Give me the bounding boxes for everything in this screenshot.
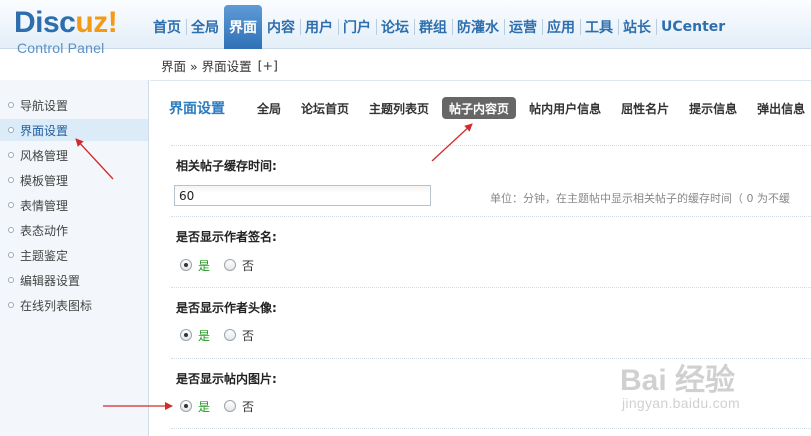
logo-wordmark: Discuz! [14,6,118,39]
related-cache-label: 相关帖子缓存时间: [176,159,277,173]
row-divider [171,287,811,288]
nav-ucenter[interactable]: UCenter [656,5,730,49]
logo-subtitle: Control Panel [17,40,105,56]
sidebar-item-templates[interactable]: 模板管理 [0,169,148,191]
signature-no-radio[interactable] [224,259,237,271]
sidebar-item-interface[interactable]: 界面设置 [0,119,148,141]
images-no-label[interactable]: 否 [242,398,254,415]
sidebar-item-styles[interactable]: 风格管理 [0,144,148,166]
bullet-icon [8,177,14,183]
arrow-to-tab [431,123,473,162]
tab-prompt-messages[interactable]: 提示信息 [682,97,744,119]
nav-users[interactable]: 用户 [300,5,338,49]
show-signature-options: 是 否 [180,257,268,273]
breadcrumb-path: 界面 » 界面设置 [161,58,252,74]
row-divider [171,216,811,217]
sidebar-item-thread-stamps[interactable]: 主题鉴定 [0,244,148,266]
baidu-jingyan-watermark: Bai 经验 jingyan.baidu.com [620,355,805,415]
tab-popup-messages[interactable]: 弹出信息 [750,97,811,119]
bullet-icon [8,277,14,283]
show-avatar-options: 是 否 [180,327,268,343]
avatar-yes-radio[interactable] [180,329,192,341]
sidebar-item-editor[interactable]: 编辑器设置 [0,269,148,291]
nav-home[interactable]: 首页 [148,5,186,49]
sidebar-item-online-icons[interactable]: 在线列表图标 [0,294,148,316]
tab-post-content[interactable]: 帖子内容页 [442,97,517,119]
breadcrumb: 界面 » 界面设置 [+] [150,50,811,81]
add-shortcut-link[interactable]: [+] [258,58,278,73]
header: Discuz! Control Panel 首页 全局 界面 内容 用户 门户 … [0,0,811,56]
images-yes-label[interactable]: 是 [198,398,210,415]
signature-yes-label[interactable]: 是 [198,257,210,274]
signature-no-label[interactable]: 否 [242,257,254,274]
bullet-icon [8,102,14,108]
images-yes-radio[interactable] [180,400,192,412]
bullet-icon [8,127,14,133]
show-avatar-label: 是否显示作者头像: [176,301,277,315]
avatar-yes-label[interactable]: 是 [198,327,210,344]
tab-global[interactable]: 全局 [250,97,288,119]
row-divider [171,428,811,429]
nav-portal[interactable]: 门户 [338,5,376,49]
bullet-icon [8,252,14,258]
tab-profile-card[interactable]: 屈性名片 [614,97,676,119]
nav-global[interactable]: 全局 [186,5,224,49]
tab-post-user-info[interactable]: 帖内用户信息 [522,97,608,119]
nav-operations[interactable]: 运营 [504,5,542,49]
row-divider [171,145,811,146]
discuz-logo[interactable]: Discuz! Control Panel [14,6,144,56]
show-signature-label: 是否显示作者签名: [176,230,277,244]
related-cache-input[interactable] [174,185,431,206]
show-images-options: 是 否 [180,398,268,414]
bullet-icon [8,302,14,308]
nav-interface[interactable]: 界面 [224,5,262,49]
signature-yes-radio[interactable] [180,259,192,271]
avatar-no-radio[interactable] [224,329,237,341]
sidebar-item-smilies[interactable]: 表情管理 [0,194,148,216]
bullet-icon [8,227,14,233]
bullet-icon [8,152,14,158]
sidebar: 导航设置 界面设置 风格管理 模板管理 表情管理 表态动作 主题鉴定 编辑器设置… [0,80,149,436]
sidebar-item-clicks[interactable]: 表态动作 [0,219,148,241]
nav-content[interactable]: 内容 [262,5,300,49]
top-navigation: 首页 全局 界面 内容 用户 门户 论坛 群组 防灌水 运营 应用 工具 站长 … [148,5,730,49]
bullet-icon [8,202,14,208]
nav-admin[interactable]: 站长 [618,5,656,49]
settings-tabs: 全局 论坛首页 主题列表页 帖子内容页 帖内用户信息 屈性名片 提示信息 弹出信… [250,97,811,119]
nav-forum[interactable]: 论坛 [376,5,414,49]
tab-forum-index[interactable]: 论坛首页 [294,97,356,119]
tab-thread-list[interactable]: 主题列表页 [362,97,436,119]
avatar-no-label[interactable]: 否 [242,327,254,344]
watermark-url: jingyan.baidu.com [622,395,740,411]
nav-apps[interactable]: 应用 [542,5,580,49]
page-title: 界面设置 [169,101,225,117]
nav-groups[interactable]: 群组 [414,5,452,49]
nav-antispam[interactable]: 防灌水 [452,5,504,49]
related-cache-hint: 单位：分钟，在主题帖中显示相关帖子的缓存时间（ 0 为不缓 [490,192,790,205]
images-no-radio[interactable] [224,400,237,412]
nav-tools[interactable]: 工具 [580,5,618,49]
sidebar-item-navigation[interactable]: 导航设置 [0,94,148,116]
show-images-label: 是否显示帖内图片: [176,372,277,386]
watermark-brand: Bai 经验 [620,364,736,397]
